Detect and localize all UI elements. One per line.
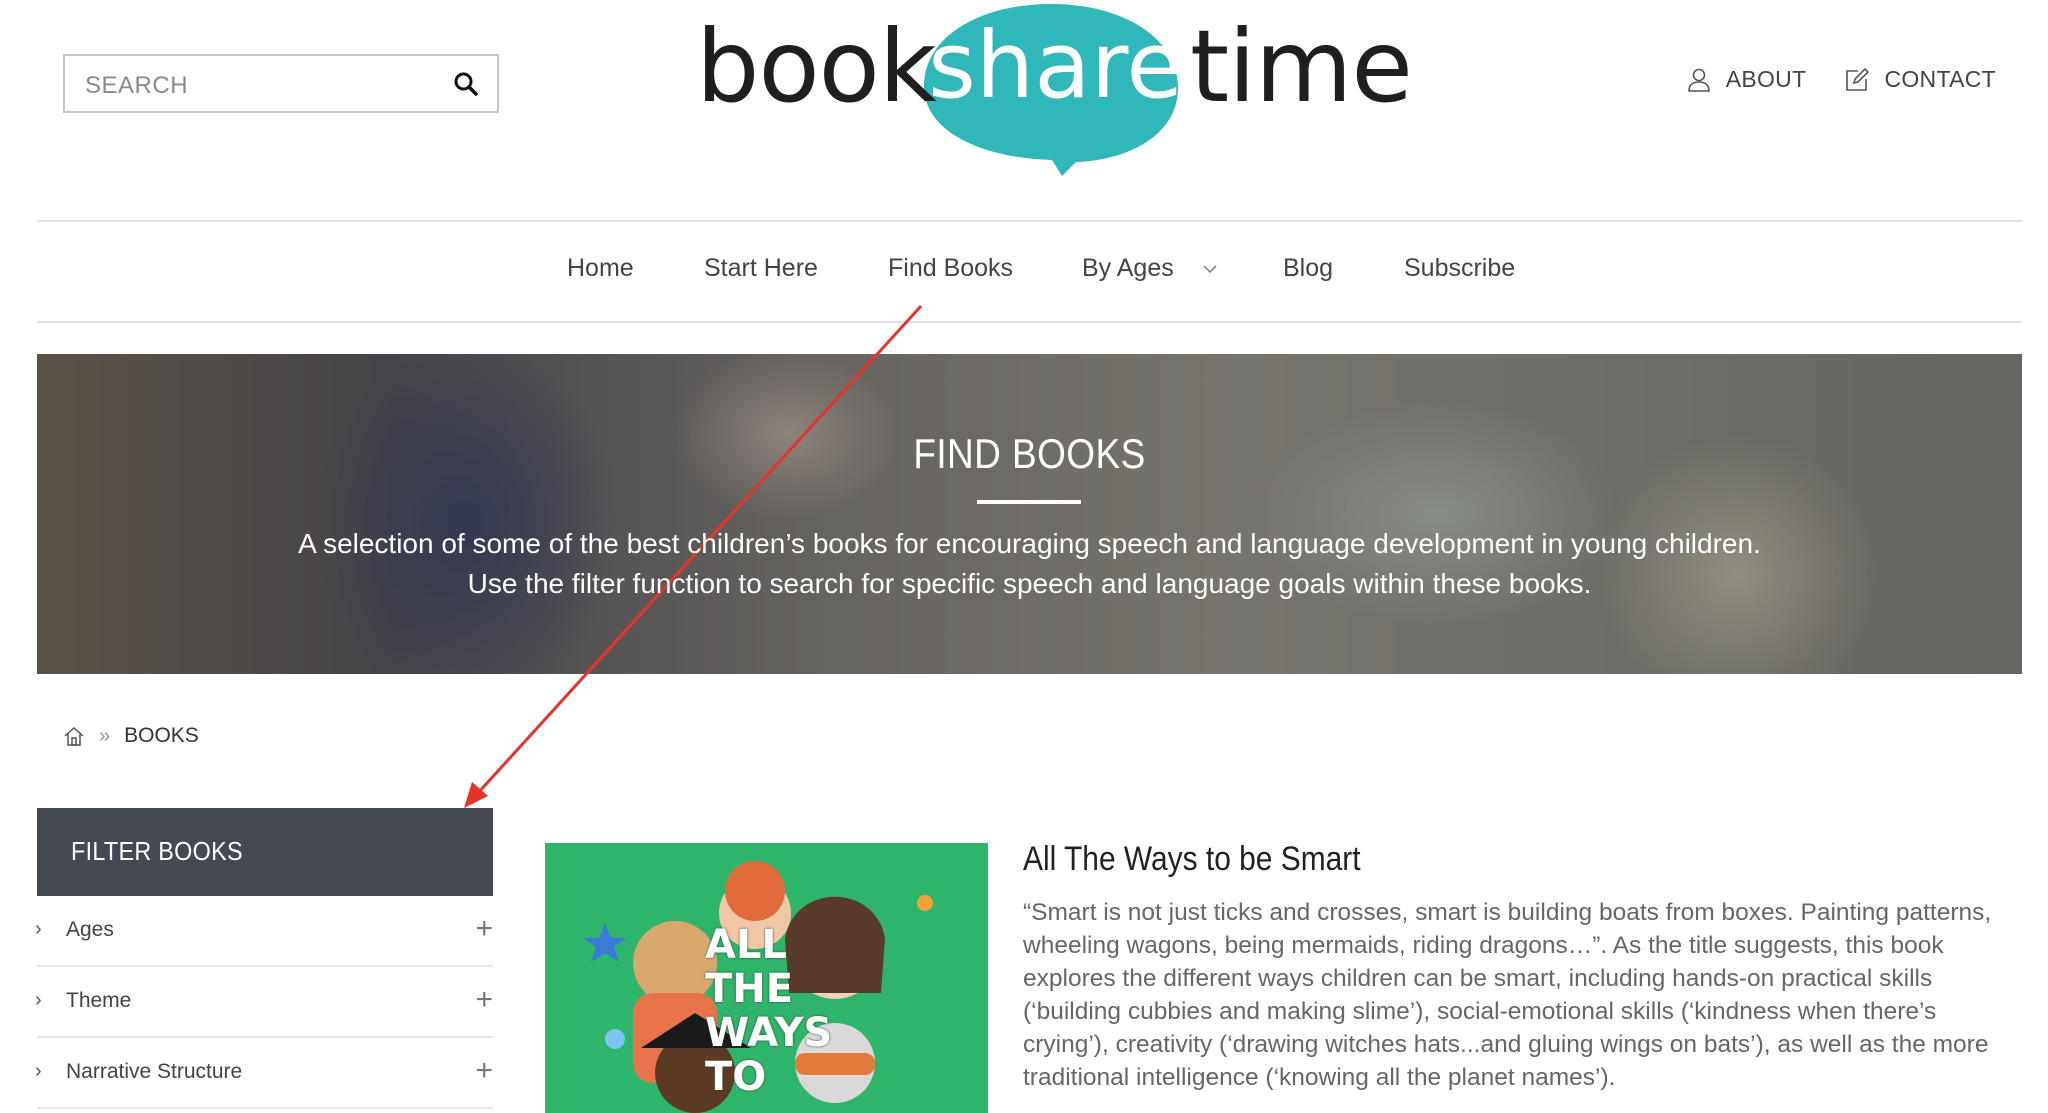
header-divider — [37, 220, 2022, 222]
nav-home[interactable]: Home — [567, 254, 634, 283]
page-title: FIND BOOKS — [913, 430, 1146, 477]
nav-find-books[interactable]: Find Books — [888, 254, 1013, 283]
hero-description-line-2: Use the filter function to search for sp… — [467, 568, 1592, 599]
top-links: ABOUT CONTACT — [1686, 66, 1996, 93]
logo-word-share: share — [928, 12, 1184, 119]
filter-narrative-structure[interactable]: › Narrative Structure + — [35, 1038, 493, 1109]
title-underline — [977, 500, 1081, 504]
filter-label: Theme — [66, 989, 132, 1012]
search-input[interactable]: SEARCH — [63, 54, 499, 113]
filter-theme[interactable]: › Theme + — [35, 967, 493, 1038]
logo-word-book: book — [696, 8, 937, 125]
filter-ages[interactable]: › Ages + — [35, 896, 493, 967]
filter-label: Narrative Structure — [66, 1060, 243, 1083]
chevron-right-icon: › — [35, 1060, 42, 1082]
nav-subscribe[interactable]: Subscribe — [1404, 254, 1515, 283]
book-cover-image[interactable]: ALL THE WAYS TO — [545, 843, 988, 1113]
book-title[interactable]: All The Ways to be Smart — [1023, 840, 1361, 879]
about-link[interactable]: ABOUT — [1686, 66, 1807, 93]
nav-by-ages-label: By Ages — [1082, 254, 1174, 282]
chevron-down-icon — [1203, 265, 1217, 274]
search-icon[interactable] — [453, 71, 479, 97]
filter-books-header: FILTER BOOKS — [37, 808, 493, 896]
hero-description-line-1: A selection of some of the best children… — [298, 528, 1761, 559]
chevron-right-icon: › — [35, 918, 42, 940]
filter-books-title: FILTER BOOKS — [71, 836, 243, 866]
about-link-label: ABOUT — [1725, 66, 1807, 92]
search-placeholder: SEARCH — [85, 72, 189, 99]
nav-by-ages[interactable]: By Ages — [1082, 254, 1217, 283]
nav-blog[interactable]: Blog — [1283, 254, 1333, 283]
hero-banner: FIND BOOKS A selection of some of the be… — [37, 354, 2022, 674]
main-nav: Home Start Here Find Books By Ages Blog … — [0, 254, 2048, 284]
expand-plus-icon[interactable]: + — [475, 912, 493, 946]
hero-description: A selection of some of the best children… — [37, 524, 2022, 604]
chevron-right-icon: › — [35, 989, 42, 1011]
site-logo[interactable]: book share time — [690, 0, 1413, 180]
filter-label: Ages — [66, 918, 114, 941]
nav-divider — [37, 321, 2022, 323]
expand-plus-icon[interactable]: + — [475, 983, 493, 1017]
logo-word-time: time — [1190, 8, 1413, 125]
breadcrumb: » BOOKS — [63, 724, 199, 748]
nav-start-here[interactable]: Start Here — [704, 254, 818, 283]
expand-plus-icon[interactable]: + — [475, 1054, 493, 1088]
breadcrumb-separator-icon: » — [99, 724, 111, 747]
breadcrumb-current: BOOKS — [124, 724, 199, 747]
contact-link-label: CONTACT — [1884, 66, 1996, 92]
home-icon[interactable] — [63, 725, 85, 747]
edit-icon — [1846, 67, 1870, 91]
book-description: “Smart is not just ticks and crosses, sm… — [1023, 899, 1992, 1091]
contact-link[interactable]: CONTACT — [1844, 66, 1996, 93]
book-cover-title-text: ALL THE WAYS TO — [705, 922, 833, 1100]
user-icon — [1687, 68, 1710, 92]
